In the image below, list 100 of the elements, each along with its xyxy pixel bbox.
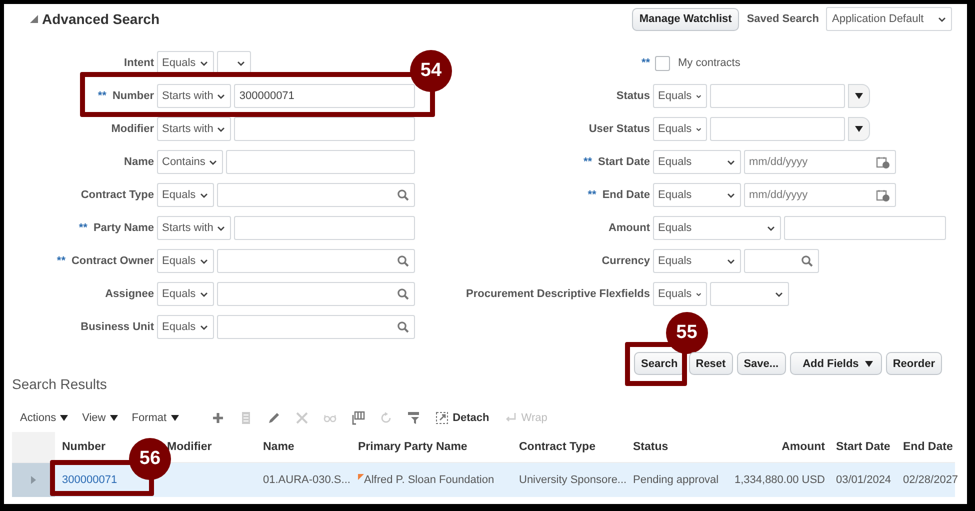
text-field[interactable]: [234, 117, 415, 141]
operator-select[interactable]: Starts with: [157, 84, 232, 108]
date-field[interactable]: mm/dd/yyyy: [744, 150, 896, 174]
calendar-icon[interactable]: [876, 156, 890, 168]
lookup-field[interactable]: [216, 183, 415, 207]
operator-select[interactable]: Equals: [157, 249, 214, 273]
table-cell: University Sponsore...: [519, 474, 627, 486]
field-label: End Date: [602, 189, 650, 201]
field-label: Modifier: [111, 123, 154, 135]
contract-number-link[interactable]: 300000071: [62, 474, 118, 486]
chevron-icon: [767, 226, 775, 230]
operator-select[interactable]: Contains: [157, 150, 224, 174]
toolbar-button[interactable]: Detach: [434, 406, 490, 430]
operator-select[interactable]: Equals: [653, 117, 707, 141]
chevron-icon: [727, 160, 735, 164]
column-header[interactable]: Start Date: [836, 441, 890, 453]
field-label: Party Name: [93, 222, 154, 234]
field-label: Currency: [602, 255, 650, 267]
calendar-icon[interactable]: [876, 188, 890, 202]
chevron-icon: [938, 16, 946, 22]
search-icon: [397, 288, 409, 300]
caret-icon: [855, 126, 863, 132]
field-label: Name: [124, 156, 154, 168]
operator-select[interactable]: Equals: [157, 282, 214, 306]
flag-icon: [358, 474, 364, 480]
column-header[interactable]: Name: [263, 441, 294, 453]
chevron-icon: [696, 292, 701, 296]
operator-select[interactable]: Starts with: [157, 216, 232, 240]
chevron-icon: [696, 126, 701, 132]
operator-select[interactable]: Equals: [653, 150, 741, 174]
menu-button[interactable]: Format: [132, 406, 179, 430]
manage-watchlist-button[interactable]: Manage Watchlist: [632, 8, 739, 30]
action-button[interactable]: Save...: [736, 352, 786, 375]
field-label: Procurement Descriptive Flexfields: [466, 288, 650, 300]
column-header[interactable]: Primary Party Name: [358, 441, 468, 453]
required-mark: **: [98, 90, 106, 102]
text-field[interactable]: [234, 216, 415, 240]
required-mark: **: [583, 156, 592, 168]
column-header[interactable]: Number: [62, 441, 106, 453]
table-cell: 03/01/2024: [836, 474, 892, 486]
caret-icon: [60, 415, 68, 421]
step-number-badge: 54: [410, 50, 452, 92]
lookup-field[interactable]: [216, 249, 415, 273]
operator-select[interactable]: Equals: [653, 84, 707, 108]
required-mark: **: [641, 57, 650, 69]
table-cell: 1,334,880.00 USD: [734, 474, 825, 486]
detach-icon[interactable]: [434, 411, 449, 425]
step-number-badge: 55: [666, 312, 708, 354]
field-label: Intent: [124, 57, 154, 69]
operator-select[interactable]: Equals: [653, 282, 707, 306]
chevron-icon: [775, 292, 783, 296]
operator-select[interactable]: Equals: [157, 183, 214, 207]
required-mark: **: [588, 189, 596, 201]
combo-field[interactable]: [710, 117, 845, 141]
pencil-icon[interactable]: [266, 411, 281, 425]
operator-select[interactable]: Equals: [653, 216, 781, 240]
action-button[interactable]: Reset: [688, 352, 733, 375]
text-field[interactable]: [226, 150, 415, 174]
action-button[interactable]: Reorder: [886, 352, 942, 375]
field-label: Start Date: [598, 156, 650, 168]
dropdown-button[interactable]: [848, 117, 870, 141]
operator-select[interactable]: Equals: [157, 315, 214, 339]
lookup-field[interactable]: [216, 315, 415, 339]
combo-field[interactable]: [710, 84, 845, 108]
column-header[interactable]: Status: [633, 441, 668, 453]
menu-button[interactable]: View: [82, 406, 118, 430]
chevron-icon: [209, 160, 218, 164]
triangle-icon[interactable]: [30, 15, 38, 23]
field-label: Number: [112, 90, 154, 102]
table-cell: Alfred P. Sloan Foundation: [364, 474, 494, 486]
section-heading: Search Results: [12, 376, 108, 394]
column-header[interactable]: End Date: [903, 441, 953, 453]
field-label: Status: [616, 90, 650, 102]
column-header[interactable]: Amount: [782, 441, 825, 453]
column-header[interactable]: Contract Type: [519, 441, 596, 453]
saved-search-select[interactable]: Application Default: [826, 7, 952, 31]
plus-icon[interactable]: [210, 411, 225, 425]
lookup-field[interactable]: [744, 249, 819, 273]
lookup-field[interactable]: [216, 282, 415, 306]
chevron-icon: [200, 258, 208, 264]
text-field[interactable]: 300000071: [234, 84, 415, 108]
operator-select[interactable]: Starts with: [157, 117, 232, 141]
date-field[interactable]: mm/dd/yyyy: [744, 183, 896, 207]
section-title: Advanced Search: [42, 11, 160, 27]
menu-button[interactable]: Actions: [20, 406, 68, 430]
expand-icon[interactable]: [31, 476, 36, 484]
saved-search-label: Saved Search: [746, 13, 819, 25]
text-field[interactable]: [784, 216, 946, 240]
chevron-icon: [727, 192, 735, 198]
add-fields-button[interactable]: Add Fields: [790, 352, 882, 375]
freeze-icon[interactable]: [350, 411, 365, 425]
operator-select[interactable]: Equals: [653, 249, 741, 273]
checkbox[interactable]: [655, 56, 670, 70]
caret-icon: [855, 93, 863, 99]
filter-icon[interactable]: [406, 411, 421, 425]
operator-select[interactable]: Equals: [653, 183, 741, 207]
column-header[interactable]: Modifier: [167, 441, 212, 453]
dropdown-button[interactable]: [848, 84, 870, 108]
search-icon: [397, 321, 409, 333]
action-button[interactable]: Search: [634, 352, 685, 375]
